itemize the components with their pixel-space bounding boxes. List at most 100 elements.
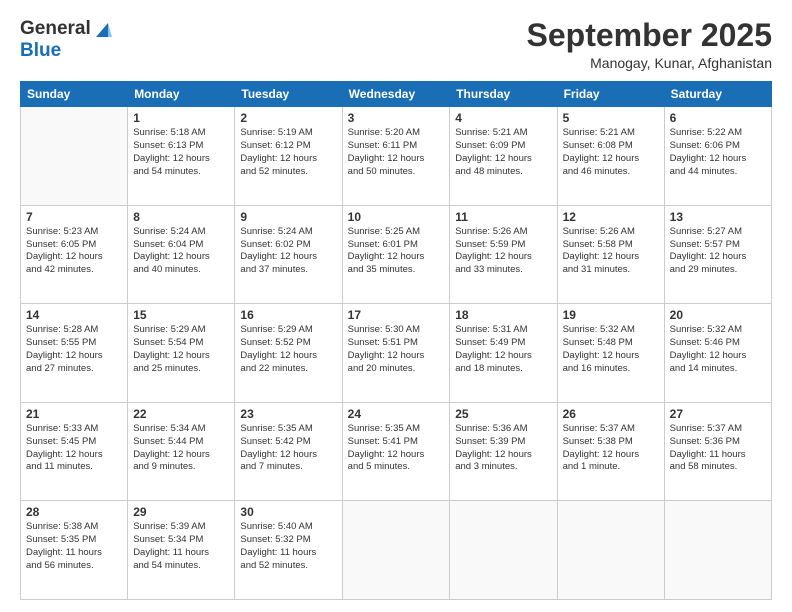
- day-number: 4: [455, 111, 551, 125]
- day-number: 5: [563, 111, 659, 125]
- day-number: 19: [563, 308, 659, 322]
- calendar-cell: 1Sunrise: 5:18 AM Sunset: 6:13 PM Daylig…: [128, 107, 235, 206]
- day-number: 6: [670, 111, 766, 125]
- calendar-cell: 25Sunrise: 5:36 AM Sunset: 5:39 PM Dayli…: [450, 402, 557, 501]
- calendar-cell: 17 Sunrise: 5:30 AM Sunset: 5:51 PM Dayli…: [342, 304, 450, 403]
- day-info: Sunrise: 5:31 AM Sunset: 5:49 PM Dayligh…: [455, 324, 551, 375]
- day-number: 11: [455, 210, 551, 224]
- title-block: September 2025 Manogay, Kunar, Afghanist…: [527, 18, 772, 71]
- weekday-header-friday: Friday: [557, 82, 664, 107]
- weekday-header-monday: Monday: [128, 82, 235, 107]
- day-info: Sunrise: 5:19 AM Sunset: 6:12 PM Dayligh…: [240, 127, 336, 178]
- calendar-table: SundayMondayTuesdayWednesdayThursdayFrid…: [20, 81, 772, 600]
- day-number: 3: [348, 111, 445, 125]
- calendar-cell: 12 Sunrise: 5:26 AM Sunset: 5:58 PM Dayli…: [557, 205, 664, 304]
- day-info: Sunrise: 5:32 AM Sunset: 5:46 PM Dayligh…: [670, 324, 766, 375]
- day-info: Sunrise: 5:21 AM Sunset: 6:08 PM Dayligh…: [563, 127, 659, 178]
- day-info: Sunrise: 5:33 AM Sunset: 5:45 PM Dayligh…: [26, 423, 122, 474]
- week-row-3: 14Sunrise: 5:28 AM Sunset: 5:55 PM Dayli…: [21, 304, 772, 403]
- location: Manogay, Kunar, Afghanistan: [527, 55, 772, 71]
- day-info: Sunrise: 5:28 AM Sunset: 5:55 PM Dayligh…: [26, 324, 122, 375]
- calendar-cell: 5 Sunrise: 5:21 AM Sunset: 6:08 PM Daylig…: [557, 107, 664, 206]
- calendar-cell: 20 Sunrise: 5:32 AM Sunset: 5:46 PM Dayli…: [664, 304, 771, 403]
- calendar-cell: 9 Sunrise: 5:24 AM Sunset: 6:02 PM Daylig…: [235, 205, 342, 304]
- day-info: Sunrise: 5:37 AM Sunset: 5:36 PM Dayligh…: [670, 423, 766, 474]
- calendar-cell: [664, 501, 771, 600]
- calendar-cell: 24 Sunrise: 5:35 AM Sunset: 5:41 PM Dayli…: [342, 402, 450, 501]
- calendar-cell: [450, 501, 557, 600]
- calendar-cell: [21, 107, 128, 206]
- calendar-cell: [342, 501, 450, 600]
- week-row-1: 1Sunrise: 5:18 AM Sunset: 6:13 PM Daylig…: [21, 107, 772, 206]
- day-info: Sunrise: 5:23 AM Sunset: 6:05 PM Dayligh…: [26, 226, 122, 277]
- calendar-cell: 18 Sunrise: 5:31 AM Sunset: 5:49 PM Dayli…: [450, 304, 557, 403]
- day-number: 26: [563, 407, 659, 421]
- day-number: 29: [133, 505, 229, 519]
- day-info: Sunrise: 5:36 AM Sunset: 5:39 PM Dayligh…: [455, 423, 551, 474]
- calendar-cell: 8 Sunrise: 5:24 AM Sunset: 6:04 PM Daylig…: [128, 205, 235, 304]
- day-number: 30: [240, 505, 336, 519]
- calendar-cell: 13Sunrise: 5:27 AM Sunset: 5:57 PM Dayli…: [664, 205, 771, 304]
- day-info: Sunrise: 5:32 AM Sunset: 5:48 PM Dayligh…: [563, 324, 659, 375]
- day-number: 23: [240, 407, 336, 421]
- day-info: Sunrise: 5:27 AM Sunset: 5:57 PM Dayligh…: [670, 226, 766, 277]
- day-number: 17: [348, 308, 445, 322]
- blue-text: Blue: [20, 40, 61, 61]
- day-info: Sunrise: 5:25 AM Sunset: 6:01 PM Dayligh…: [348, 226, 445, 277]
- day-info: Sunrise: 5:20 AM Sunset: 6:11 PM Dayligh…: [348, 127, 445, 178]
- day-info: Sunrise: 5:37 AM Sunset: 5:38 PM Dayligh…: [563, 423, 659, 474]
- day-number: 24: [348, 407, 445, 421]
- day-info: Sunrise: 5:38 AM Sunset: 5:35 PM Dayligh…: [26, 521, 122, 572]
- calendar-cell: 29Sunrise: 5:39 AM Sunset: 5:34 PM Dayli…: [128, 501, 235, 600]
- day-number: 12: [563, 210, 659, 224]
- calendar-cell: 10 Sunrise: 5:25 AM Sunset: 6:01 PM Dayli…: [342, 205, 450, 304]
- day-number: 18: [455, 308, 551, 322]
- calendar-cell: 2Sunrise: 5:19 AM Sunset: 6:12 PM Daylig…: [235, 107, 342, 206]
- calendar-cell: 3 Sunrise: 5:20 AM Sunset: 6:11 PM Daylig…: [342, 107, 450, 206]
- week-row-2: 7 Sunrise: 5:23 AM Sunset: 6:05 PM Daylig…: [21, 205, 772, 304]
- calendar-cell: 7 Sunrise: 5:23 AM Sunset: 6:05 PM Daylig…: [21, 205, 128, 304]
- calendar-cell: 30 Sunrise: 5:40 AM Sunset: 5:32 PM Dayli…: [235, 501, 342, 600]
- day-info: Sunrise: 5:24 AM Sunset: 6:02 PM Dayligh…: [240, 226, 336, 277]
- day-number: 22: [133, 407, 229, 421]
- day-number: 27: [670, 407, 766, 421]
- day-number: 9: [240, 210, 336, 224]
- day-info: Sunrise: 5:30 AM Sunset: 5:51 PM Dayligh…: [348, 324, 445, 375]
- calendar-cell: 27 Sunrise: 5:37 AM Sunset: 5:36 PM Dayli…: [664, 402, 771, 501]
- day-number: 28: [26, 505, 122, 519]
- calendar-cell: 14Sunrise: 5:28 AM Sunset: 5:55 PM Dayli…: [21, 304, 128, 403]
- day-number: 7: [26, 210, 122, 224]
- day-number: 10: [348, 210, 445, 224]
- calendar-cell: 22Sunrise: 5:34 AM Sunset: 5:44 PM Dayli…: [128, 402, 235, 501]
- day-info: Sunrise: 5:29 AM Sunset: 5:54 PM Dayligh…: [133, 324, 229, 375]
- calendar-cell: 26 Sunrise: 5:37 AM Sunset: 5:38 PM Dayli…: [557, 402, 664, 501]
- day-number: 20: [670, 308, 766, 322]
- day-info: Sunrise: 5:24 AM Sunset: 6:04 PM Dayligh…: [133, 226, 229, 277]
- logo-triangle-icon: [92, 19, 112, 39]
- day-info: Sunrise: 5:40 AM Sunset: 5:32 PM Dayligh…: [240, 521, 336, 572]
- calendar-cell: 21 Sunrise: 5:33 AM Sunset: 5:45 PM Dayli…: [21, 402, 128, 501]
- week-row-4: 21 Sunrise: 5:33 AM Sunset: 5:45 PM Dayli…: [21, 402, 772, 501]
- calendar-cell: 11 Sunrise: 5:26 AM Sunset: 5:59 PM Dayli…: [450, 205, 557, 304]
- calendar-cell: 15Sunrise: 5:29 AM Sunset: 5:54 PM Dayli…: [128, 304, 235, 403]
- day-info: Sunrise: 5:26 AM Sunset: 5:58 PM Dayligh…: [563, 226, 659, 277]
- calendar-cell: 23Sunrise: 5:35 AM Sunset: 5:42 PM Dayli…: [235, 402, 342, 501]
- week-row-5: 28 Sunrise: 5:38 AM Sunset: 5:35 PM Dayli…: [21, 501, 772, 600]
- day-number: 1: [133, 111, 229, 125]
- calendar-cell: 28 Sunrise: 5:38 AM Sunset: 5:35 PM Dayli…: [21, 501, 128, 600]
- day-number: 8: [133, 210, 229, 224]
- weekday-header-tuesday: Tuesday: [235, 82, 342, 107]
- calendar-cell: 4 Sunrise: 5:21 AM Sunset: 6:09 PM Daylig…: [450, 107, 557, 206]
- logo: General Blue: [20, 18, 112, 62]
- weekday-header-row: SundayMondayTuesdayWednesdayThursdayFrid…: [21, 82, 772, 107]
- day-info: Sunrise: 5:22 AM Sunset: 6:06 PM Dayligh…: [670, 127, 766, 178]
- day-info: Sunrise: 5:21 AM Sunset: 6:09 PM Dayligh…: [455, 127, 551, 178]
- day-info: Sunrise: 5:35 AM Sunset: 5:41 PM Dayligh…: [348, 423, 445, 474]
- calendar-cell: 16Sunrise: 5:29 AM Sunset: 5:52 PM Dayli…: [235, 304, 342, 403]
- day-number: 16: [240, 308, 336, 322]
- day-info: Sunrise: 5:26 AM Sunset: 5:59 PM Dayligh…: [455, 226, 551, 277]
- day-number: 21: [26, 407, 122, 421]
- calendar-cell: [557, 501, 664, 600]
- calendar-cell: 19 Sunrise: 5:32 AM Sunset: 5:48 PM Dayli…: [557, 304, 664, 403]
- month-title: September 2025: [527, 18, 772, 53]
